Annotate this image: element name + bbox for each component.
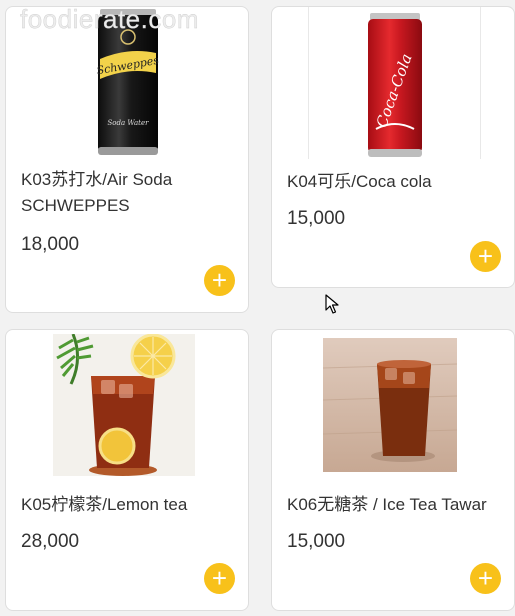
product-price: 15,000 (287, 531, 346, 552)
plus-circle-icon[interactable]: + (204, 265, 235, 296)
plus-circle-icon[interactable]: + (470, 241, 501, 272)
product-name: K05柠檬茶/Lemon tea (21, 495, 188, 514)
plus-circle-icon[interactable]: + (470, 563, 501, 594)
product-card-k03[interactable]: Schweppes Soda Water K03苏打水/Air Soda SCH… (5, 6, 249, 313)
product-image-iced-tea (323, 338, 457, 472)
product-card-k04[interactable]: Coca-Cola K04可乐/Coca cola 15,000 + (271, 6, 515, 288)
plus-circle-icon[interactable]: + (204, 563, 235, 594)
product-image-lemon-tea (53, 334, 195, 476)
product-price: 18,000 (21, 234, 80, 255)
product-name: K04可乐/Coca cola (287, 172, 432, 191)
product-name: K06无糖茶 / Ice Tea Tawar (287, 495, 487, 514)
product-image-schweppes: Schweppes Soda Water (96, 9, 160, 155)
product-price: 15,000 (287, 208, 346, 229)
product-name: K03苏打水/Air Soda SCHWEPPES (21, 170, 173, 215)
product-price: 28,000 (21, 531, 80, 552)
product-card-k06[interactable]: K06无糖茶 / Ice Tea Tawar 15,000 + (271, 329, 515, 611)
product-image-coca-cola: Coca-Cola (368, 13, 422, 157)
mouse-pointer-icon (325, 294, 339, 314)
product-card-k05[interactable]: K05柠檬茶/Lemon tea 28,000 + (5, 329, 249, 611)
svg-text:Soda Water: Soda Water (108, 119, 150, 127)
